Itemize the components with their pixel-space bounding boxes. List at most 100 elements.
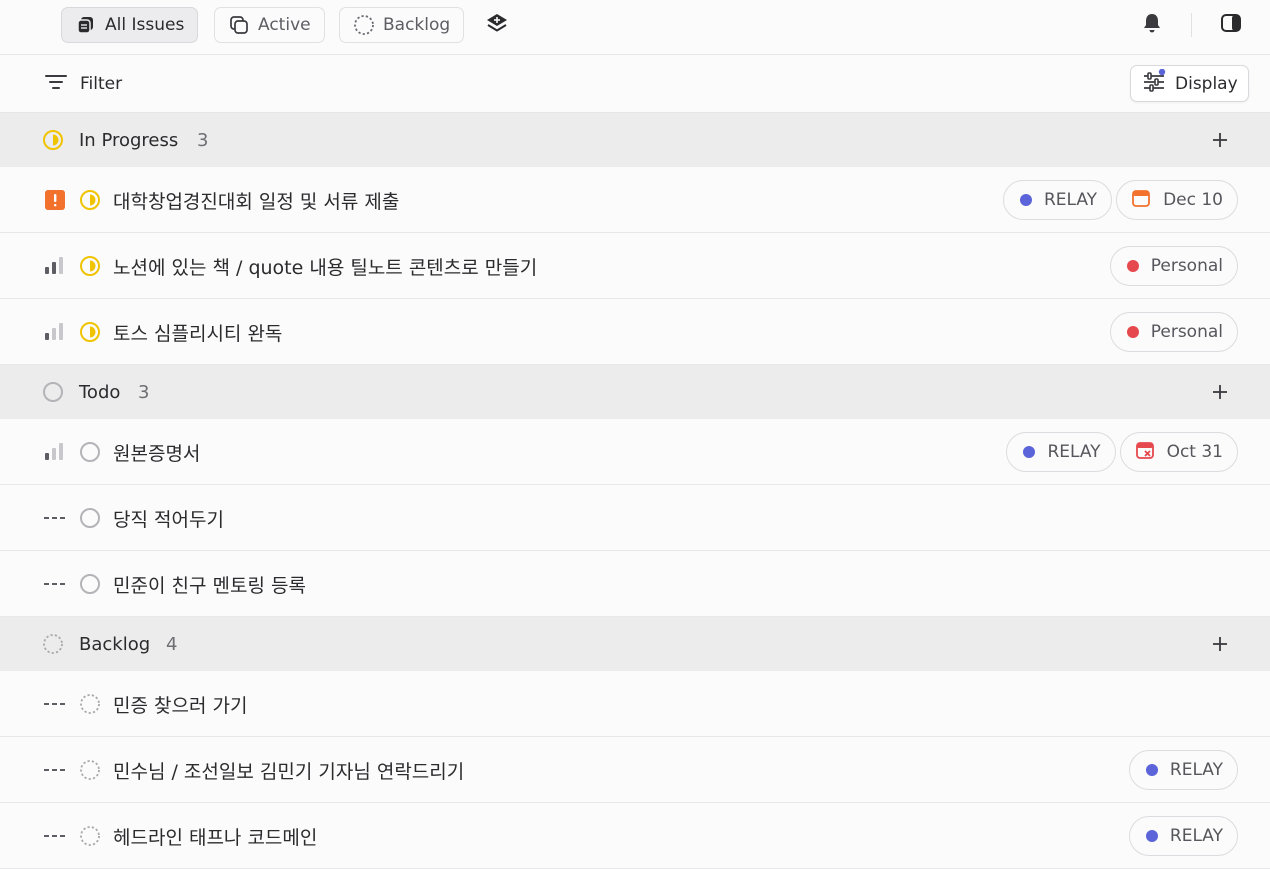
- bell-icon: [1141, 12, 1163, 38]
- issue-row[interactable]: 당직 적어두기: [0, 485, 1270, 551]
- filter-bar: Filter Display: [0, 55, 1270, 113]
- tab-label: All Issues: [105, 15, 185, 35]
- label-text: Personal: [1150, 322, 1223, 342]
- filter-label: Filter: [80, 74, 123, 94]
- backlog-status-icon: [42, 633, 64, 655]
- issue-chips: RELAY Oct 31: [1006, 432, 1238, 472]
- display-label: Display: [1175, 73, 1238, 94]
- due-date-chip[interactable]: Oct 31: [1119, 432, 1238, 472]
- label-chip[interactable]: Personal: [1109, 246, 1238, 286]
- issue-chips: Personal: [1109, 246, 1238, 286]
- no-priority-icon[interactable]: [44, 693, 66, 715]
- group-header-backlog: Backlog 4: [0, 617, 1270, 671]
- in-progress-status-icon[interactable]: [79, 321, 101, 343]
- no-priority-icon[interactable]: [44, 573, 66, 595]
- issue-row[interactable]: 원본증명서 RELAY Oct 31: [0, 419, 1270, 485]
- divider: [1191, 13, 1192, 37]
- group-name: Backlog: [79, 633, 151, 655]
- toggle-sidebar-button[interactable]: [1219, 13, 1243, 37]
- issue-title: 당직 적어두기: [113, 509, 224, 531]
- notifications-button[interactable]: [1140, 13, 1164, 37]
- calendar-overdue-icon: [1135, 440, 1155, 465]
- group-header-todo: Todo 3: [0, 365, 1270, 419]
- issue-title: 대학창업경진대회 일정 및 서류 제출: [113, 191, 400, 213]
- tab-active[interactable]: Active: [214, 7, 325, 43]
- issue-row[interactable]: 노션에 있는 책 / quote 내용 틸노트 콘텐츠로 만들기 Persona…: [0, 233, 1270, 299]
- label-dot: [1145, 830, 1158, 842]
- overlapping-squares-icon: [228, 14, 250, 36]
- filter-button[interactable]: Filter: [44, 72, 122, 96]
- tab-all-issues[interactable]: All Issues: [61, 7, 199, 43]
- in-progress-status-icon[interactable]: [79, 255, 101, 277]
- sidebar-panel-icon: [1220, 12, 1242, 38]
- no-priority-icon[interactable]: [44, 507, 66, 529]
- low-priority-icon[interactable]: [44, 441, 66, 463]
- low-priority-icon[interactable]: [44, 321, 66, 343]
- display-button[interactable]: Display: [1130, 65, 1249, 102]
- todo-status-icon[interactable]: [79, 573, 101, 595]
- add-issue-plus-icon[interactable]: [1209, 381, 1231, 403]
- group-count: 3: [197, 129, 209, 151]
- issue-row[interactable]: 대학창업경진대회 일정 및 서류 제출 RELAY Dec 10: [0, 167, 1270, 233]
- todo-status-icon[interactable]: [79, 441, 101, 463]
- label-text: RELAY: [1047, 442, 1101, 462]
- issue-title: 토스 심플리시티 완독: [113, 323, 283, 345]
- in-progress-status-icon: [42, 129, 64, 151]
- no-priority-icon[interactable]: [44, 825, 66, 847]
- add-issue-plus-icon[interactable]: [1209, 633, 1231, 655]
- issue-title: 노션에 있는 책 / quote 내용 틸노트 콘텐츠로 만들기: [113, 257, 538, 279]
- issues-stack-icon: [75, 14, 97, 36]
- medium-priority-icon[interactable]: [44, 255, 66, 277]
- group-count: 4: [166, 633, 178, 655]
- todo-status-icon[interactable]: [79, 507, 101, 529]
- issue-title: 헤드라인 태프나 코드메인: [113, 827, 318, 849]
- add-issue-plus-icon[interactable]: [1209, 129, 1231, 151]
- label-text: RELAY: [1169, 826, 1223, 846]
- label-chip[interactable]: RELAY: [1006, 432, 1116, 472]
- label-dot: [1126, 326, 1139, 338]
- label-chip[interactable]: RELAY: [1002, 180, 1113, 220]
- label-chip[interactable]: Personal: [1109, 312, 1238, 352]
- label-text: RELAY: [1169, 760, 1223, 780]
- no-priority-icon[interactable]: [44, 759, 66, 781]
- issue-chips: Personal: [1109, 312, 1238, 352]
- label-dot: [1023, 446, 1036, 458]
- due-date-chip[interactable]: Dec 10: [1116, 180, 1238, 220]
- filter-lines-icon: [44, 72, 68, 97]
- tab-label: Active: [258, 15, 311, 35]
- sliders-icon: [1142, 68, 1166, 98]
- todo-status-icon: [42, 381, 64, 403]
- backlog-status-icon[interactable]: [79, 759, 101, 781]
- due-date-text: Dec 10: [1163, 190, 1223, 210]
- group-header-in-progress: In Progress 3: [0, 113, 1270, 167]
- issue-title: 민수님 / 조선일보 김민기 기자님 연락드리기: [113, 761, 465, 783]
- issue-chips: RELAY Dec 10: [1002, 180, 1238, 220]
- top-bar: All Issues Active Backlog: [0, 0, 1270, 55]
- label-chip[interactable]: RELAY: [1128, 750, 1238, 790]
- issue-title: 민준이 친구 멘토링 등록: [113, 575, 306, 597]
- calendar-icon: [1131, 188, 1151, 213]
- tab-backlog[interactable]: Backlog: [339, 7, 465, 43]
- in-progress-status-icon[interactable]: [79, 189, 101, 211]
- backlog-status-icon[interactable]: [79, 693, 101, 715]
- tab-label: Backlog: [383, 15, 451, 35]
- issue-title: 민증 찾으러 가기: [113, 695, 248, 717]
- issue-row[interactable]: 헤드라인 태프나 코드메인 RELAY: [0, 803, 1270, 869]
- label-chip[interactable]: RELAY: [1128, 816, 1238, 856]
- group-count: 3: [138, 381, 150, 403]
- issue-row[interactable]: 민수님 / 조선일보 김민기 기자님 연락드리기 RELAY: [0, 737, 1270, 803]
- label-text: Personal: [1150, 256, 1223, 276]
- due-date-text: Oct 31: [1166, 442, 1223, 462]
- issue-row[interactable]: 민준이 친구 멘토링 등록: [0, 551, 1270, 617]
- group-name: Todo: [79, 381, 121, 403]
- issue-chips: RELAY: [1128, 750, 1238, 790]
- group-name: In Progress: [79, 129, 179, 151]
- issue-row[interactable]: 민증 찾으러 가기: [0, 671, 1270, 737]
- layers-plus-icon: [485, 12, 509, 40]
- issue-title: 원본증명서: [113, 443, 201, 465]
- label-text: RELAY: [1043, 190, 1098, 210]
- new-view-button[interactable]: [484, 13, 510, 39]
- issue-row[interactable]: 토스 심플리시티 완독 Personal: [0, 299, 1270, 365]
- backlog-status-icon[interactable]: [79, 825, 101, 847]
- urgent-priority-icon[interactable]: [44, 189, 66, 211]
